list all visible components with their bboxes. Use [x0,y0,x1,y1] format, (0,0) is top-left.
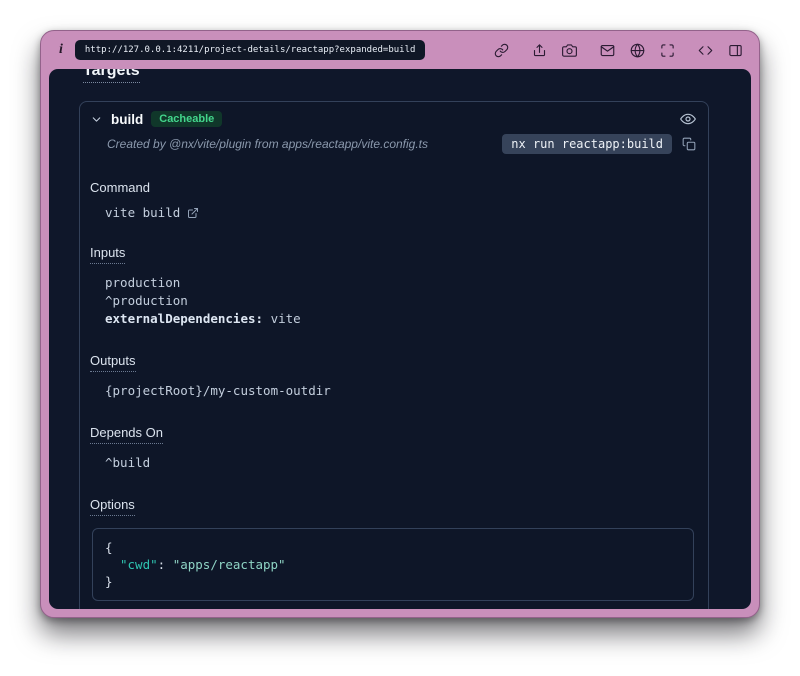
section-label-options: Options [90,497,135,516]
section-depends-on: Depends On ^build [90,424,696,472]
section-outputs: Outputs {projectRoot}/my-custom-outdir [90,352,696,400]
command-value: vite build [105,205,180,220]
json-separator: : [158,557,173,572]
camera-icon[interactable] [562,43,577,58]
build-card-body: Command vite build Inputs production ^pr… [80,166,708,609]
input-item: production [105,274,696,292]
code-icon[interactable] [698,43,713,58]
section-label-outputs: Outputs [90,353,136,372]
eye-icon[interactable] [680,111,696,127]
chevron-down-icon[interactable] [90,113,103,126]
browser-window: i http://127.0.0.1:4211/project-details/… [40,30,760,618]
cacheable-badge: Cacheable [151,111,222,127]
output-item: {projectRoot}/my-custom-outdir [105,382,696,400]
external-deps-value: vite [263,311,301,326]
copy-icon[interactable] [682,137,696,151]
section-label-inputs: Inputs [90,245,125,264]
sidebar-icon[interactable] [728,43,743,58]
depends-on-item: ^build [105,454,696,472]
target-card-build: build Cacheable Created by @nx/vite/plug… [79,101,709,609]
section-command: Command vite build [90,179,696,220]
created-by-text: Created by @nx/vite/plugin from apps/rea… [107,137,492,151]
info-icon[interactable]: i [59,42,63,58]
build-card-subheader: Created by @nx/vite/plugin from apps/rea… [80,131,708,166]
section-label-command: Command [90,180,150,195]
upload-icon[interactable] [532,43,547,58]
external-deps-key: externalDependencies: [105,311,263,326]
globe-icon[interactable] [630,43,645,58]
section-options: Options { "cwd": "apps/reactapp" } [90,496,696,601]
code-line: "cwd": "apps/reactapp" [105,556,681,573]
run-command-chip[interactable]: nx run reactapp:build [502,134,672,154]
page-content: Targets build Cacheable Created by @nx/v… [49,69,751,609]
link-icon[interactable] [494,43,509,58]
options-code-block: { "cwd": "apps/reactapp" } [92,528,694,601]
input-item-external-deps: externalDependencies: vite [105,310,696,328]
external-link-icon[interactable] [187,207,199,219]
titlebar-actions [494,43,743,58]
target-name: build [111,112,143,127]
code-line: { [105,539,681,556]
section-label-depends-on: Depends On [90,425,163,444]
input-item: ^production [105,292,696,310]
mail-icon[interactable] [600,43,615,58]
fullscreen-icon[interactable] [660,43,675,58]
browser-titlebar: i http://127.0.0.1:4211/project-details/… [41,31,759,69]
section-inputs: Inputs production ^production externalDe… [90,244,696,328]
url-bar[interactable]: http://127.0.0.1:4211/project-details/re… [75,40,426,60]
code-line: } [105,573,681,590]
page-title: Targets [83,69,140,83]
json-key: "cwd" [120,557,158,572]
build-card-header[interactable]: build Cacheable [80,102,708,131]
json-value: "apps/reactapp" [173,557,286,572]
